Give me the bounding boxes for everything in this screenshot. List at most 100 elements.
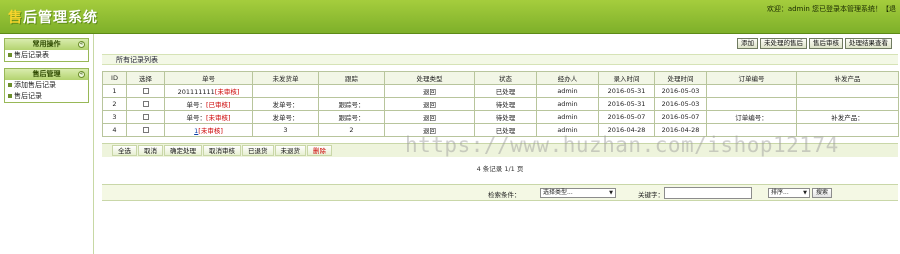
cell-order-no: 订单编号： [706, 110, 797, 124]
cell-handled: 2016-05-03 [654, 97, 707, 111]
app-logo-title: 售后管理系统 [8, 10, 98, 26]
col-header[interactable]: 处理类型 [384, 71, 475, 85]
order-text[interactable]: 单号： [186, 114, 206, 122]
result-view-button[interactable]: 处理结果查看 [845, 38, 892, 49]
sidebar-panel-aftersale: 售后管理 « 添加售后记录 售后记录 [4, 68, 89, 103]
delete-button[interactable]: 删除 [307, 145, 332, 156]
cell-order-no [706, 97, 797, 111]
cell-product: 补发产品： [796, 110, 899, 124]
cell-select [126, 84, 165, 98]
bulk-action-bar: 全选 取消 确定处理 取消审核 已退货 未退货 删除 [102, 143, 898, 157]
cell-type: 退回 [384, 123, 475, 137]
cell-entered: 2016-05-07 [598, 110, 655, 124]
col-header[interactable]: 补发产品 [796, 71, 899, 85]
cell-type: 退回 [384, 97, 475, 111]
cell-order: 1[未审核] [164, 123, 253, 137]
toolbar: 添加 未处理的售后 售后审核 处理结果查看 [102, 38, 898, 52]
cell-order-no [706, 84, 797, 98]
condition-label: 检索条件： [488, 191, 521, 199]
table-header-row: ID 选择 单号 未发货单 跟踪 处理类型 状态 经办人 录入时间 处理时间 订… [102, 71, 899, 85]
select-all-button[interactable]: 全选 [112, 145, 137, 156]
col-header[interactable]: 单号 [164, 71, 253, 85]
cell-handler: admin [536, 84, 599, 98]
chevron-down-icon: ▼ [803, 190, 807, 196]
cell-track: 2 [318, 123, 385, 137]
not-returned-button[interactable]: 未退货 [274, 145, 306, 156]
collapse-icon[interactable]: « [78, 71, 85, 78]
cell-status: 待处理 [474, 97, 537, 111]
cell-type: 退回 [384, 110, 475, 124]
cell-entered: 2016-04-28 [598, 123, 655, 137]
row-checkbox[interactable] [142, 114, 149, 120]
cell-order: 201111111[未审核] [164, 84, 253, 98]
cell-select [126, 123, 165, 137]
cell-entered: 2016-05-31 [598, 84, 655, 98]
row-checkbox[interactable] [142, 88, 149, 94]
app-header: 售后管理系统 欢迎：admin 您已登录本管理系统！【退 [0, 0, 900, 34]
cell-track [318, 84, 385, 98]
cell-handled: 2016-05-07 [654, 110, 707, 124]
collapse-icon[interactable]: « [78, 41, 85, 48]
table-row: 2 单号：[已审核] 发单号： 跟踪号： 退回 待处理 admin 2016-0… [102, 97, 899, 111]
cell-product [796, 97, 899, 111]
col-header[interactable]: 未发货单 [252, 71, 319, 85]
cell-handler: admin [536, 97, 599, 111]
review-status-link[interactable]: [未审核] [198, 127, 223, 135]
cell-handled: 2016-05-03 [654, 84, 707, 98]
pagination-info: 4 条记录 1/1 页 [476, 165, 524, 173]
keyword-input[interactable] [664, 187, 752, 199]
cell-id: 2 [102, 97, 127, 111]
sidebar-item-add-record[interactable]: 添加售后记录 [5, 80, 88, 91]
review-status-link[interactable]: [已审核] [206, 101, 231, 109]
sort-select[interactable]: 排序... ▼ [768, 188, 810, 198]
review-status-link[interactable]: [未审核] [215, 88, 240, 96]
col-header[interactable]: 选择 [126, 71, 165, 85]
cell-select [126, 110, 165, 124]
review-button[interactable]: 售后审核 [809, 38, 843, 49]
cell-id: 4 [102, 123, 127, 137]
deselect-button[interactable]: 取消 [138, 145, 163, 156]
cell-unsent [252, 84, 319, 98]
col-header[interactable]: ID [102, 71, 127, 85]
returned-button[interactable]: 已退货 [242, 145, 274, 156]
cell-handler: admin [536, 110, 599, 124]
sidebar-item-records[interactable]: 售后记录 [5, 91, 88, 102]
cell-order-no [706, 123, 797, 137]
unprocessed-button[interactable]: 未处理的售后 [760, 38, 807, 49]
order-text[interactable]: 201111111 [178, 88, 215, 96]
review-status-link[interactable]: [未审核] [206, 114, 231, 122]
cell-handled: 2016-04-28 [654, 123, 707, 137]
col-header[interactable]: 处理时间 [654, 71, 707, 85]
col-header[interactable]: 状态 [474, 71, 537, 85]
col-header[interactable]: 录入时间 [598, 71, 655, 85]
col-header[interactable]: 跟踪 [318, 71, 385, 85]
sidebar-panel-title[interactable]: 售后管理 « [5, 69, 88, 80]
cell-product [796, 84, 899, 98]
sidebar-item-aftersale-table[interactable]: 售后记录表 [5, 50, 88, 61]
col-header[interactable]: 经办人 [536, 71, 599, 85]
keyword-label: 关键字： [638, 191, 664, 199]
add-button[interactable]: 添加 [737, 38, 758, 49]
chevron-down-icon: ▼ [609, 190, 613, 196]
cell-order: 单号：[已审核] [164, 97, 253, 111]
confirm-process-button[interactable]: 确定处理 [164, 145, 202, 156]
cell-id: 1 [102, 84, 127, 98]
row-checkbox[interactable] [142, 101, 149, 107]
cell-product [796, 123, 899, 137]
col-header[interactable]: 订单编号 [706, 71, 797, 85]
cell-unsent: 发单号： [252, 97, 319, 111]
table-row: 1 201111111[未审核] 退回 已处理 admin 2016-05-31… [102, 84, 899, 98]
cell-select [126, 97, 165, 111]
condition-select[interactable]: 选择类型... ▼ [540, 188, 616, 198]
sidebar-panel-title[interactable]: 常用操作 « [5, 39, 88, 50]
cell-track: 跟踪号： [318, 110, 385, 124]
row-checkbox[interactable] [142, 127, 149, 133]
table-row: 3 单号：[未审核] 发单号： 跟踪号： 退回 待处理 admin 2016-0… [102, 110, 899, 124]
search-button[interactable]: 搜索 [812, 188, 833, 198]
cell-unsent: 3 [252, 123, 319, 137]
bullet-icon [8, 53, 12, 57]
cancel-review-button[interactable]: 取消审核 [203, 145, 241, 156]
cell-track: 跟踪号： [318, 97, 385, 111]
order-text[interactable]: 单号： [186, 101, 206, 109]
welcome-text: 欢迎：admin 您已登录本管理系统！【退 [766, 5, 896, 13]
